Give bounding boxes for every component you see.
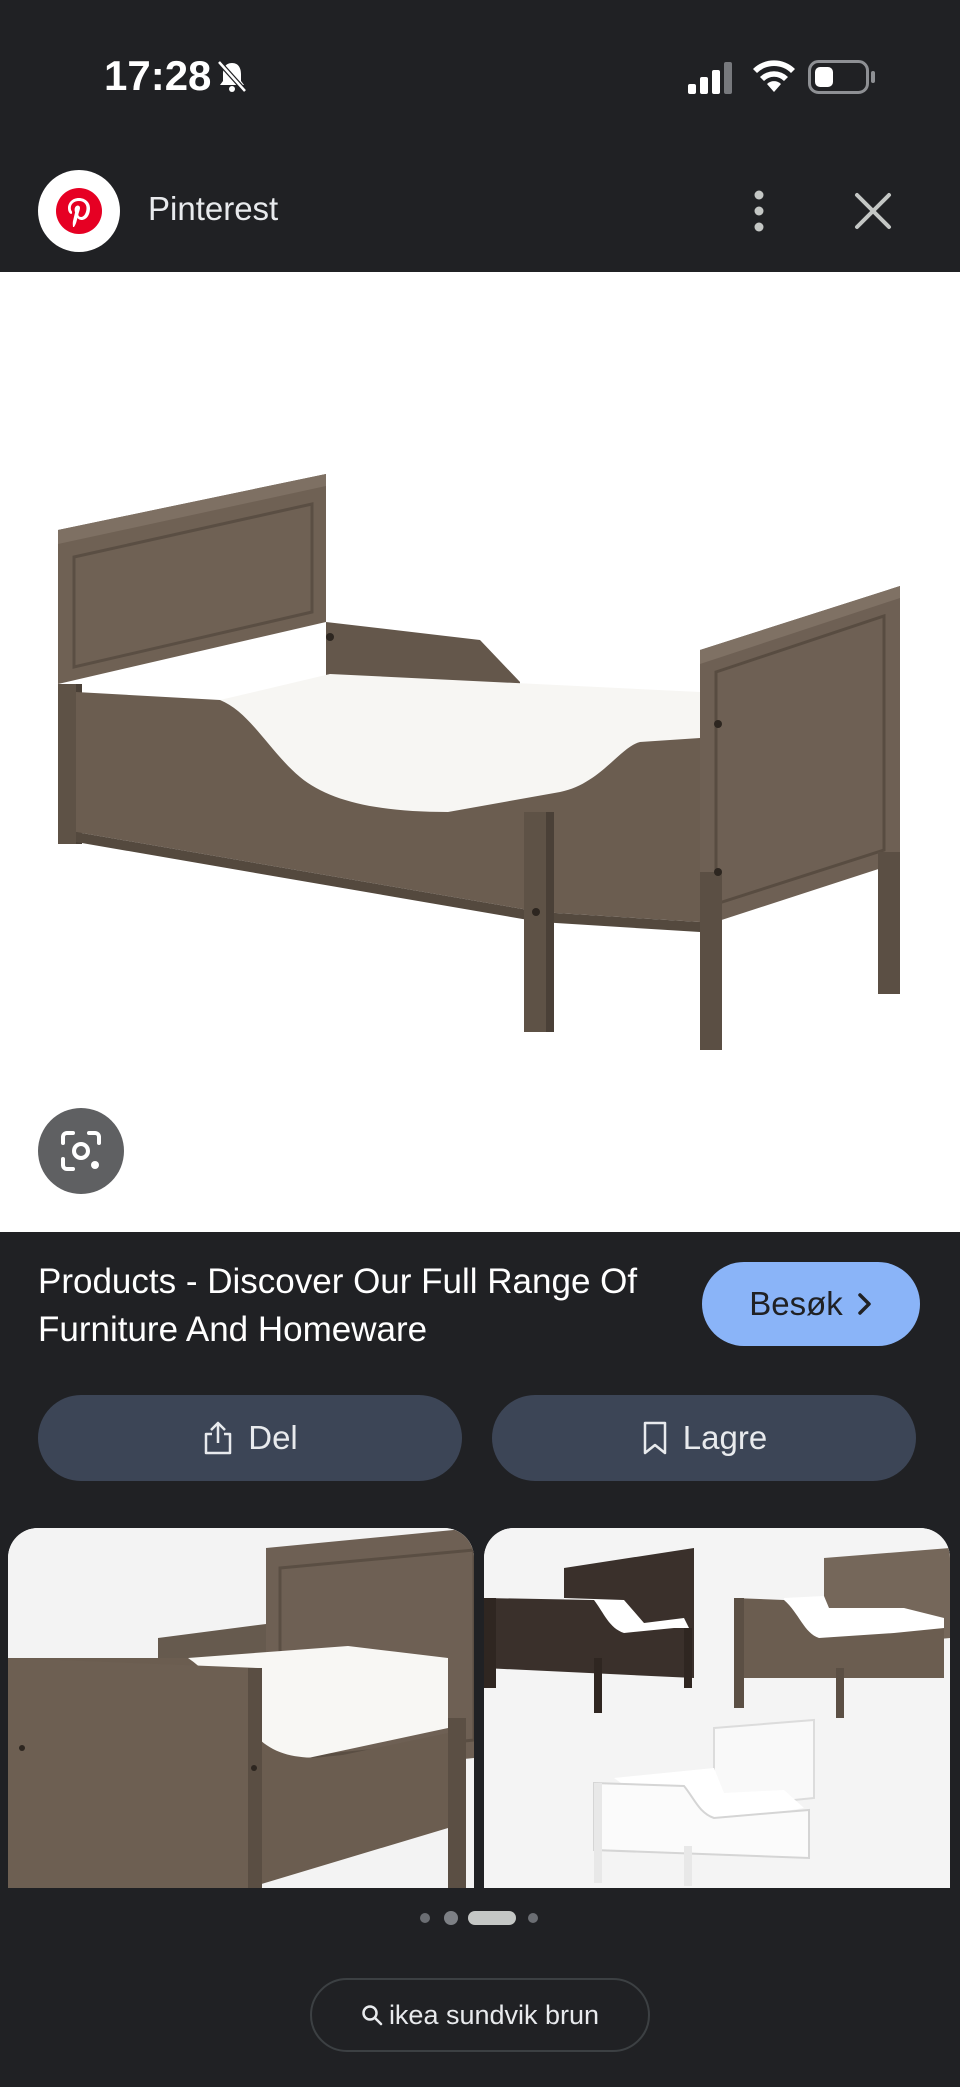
bed-illustration	[58, 474, 900, 1050]
share-label: Del	[248, 1419, 298, 1456]
bed-colors-illustration	[484, 1528, 950, 1888]
pager-dots	[420, 1908, 540, 1928]
pinterest-logo-icon	[38, 170, 120, 252]
more-vert-icon[interactable]	[744, 188, 774, 234]
header: Pinterest	[0, 150, 960, 272]
bookmark-icon	[643, 1421, 667, 1455]
status-bar: 17:28	[0, 0, 960, 150]
pager-dot	[420, 1913, 430, 1923]
wifi-icon	[753, 60, 795, 92]
save-label: Lagre	[682, 1419, 768, 1456]
search-chip[interactable]: ikea sundvik brun	[310, 1978, 650, 2052]
bell-muted-icon	[217, 60, 247, 93]
related-image-2[interactable]	[484, 1528, 950, 1888]
search-icon	[362, 2005, 383, 2026]
product-image[interactable]	[0, 272, 960, 1232]
google-lens-icon	[61, 1131, 101, 1171]
visit-button-label: Besøk	[749, 1285, 843, 1322]
google-lens-button[interactable]	[38, 1108, 124, 1194]
status-time: 17:28	[104, 52, 212, 99]
site-name[interactable]: Pinterest	[148, 190, 278, 228]
share-button[interactable]: Del	[38, 1395, 462, 1481]
chevron-right-icon	[858, 1293, 871, 1315]
share-icon	[204, 1421, 232, 1455]
pager-dot-active	[468, 1911, 516, 1925]
battery-icon	[808, 60, 875, 94]
search-chip-label: ikea sundvik brun	[388, 1999, 600, 2030]
bed-closeup-illustration	[8, 1528, 474, 1888]
result-title[interactable]: Products - Discover Our Full Range Of Fu…	[38, 1258, 678, 1354]
save-button[interactable]: Lagre	[492, 1395, 916, 1481]
cellular-signal-icon	[688, 62, 732, 94]
pager-dot	[528, 1913, 538, 1923]
close-icon[interactable]	[852, 190, 894, 232]
pager-dot	[444, 1911, 458, 1925]
related-image-1[interactable]	[8, 1528, 474, 1888]
visit-button[interactable]: Besøk	[702, 1262, 920, 1346]
